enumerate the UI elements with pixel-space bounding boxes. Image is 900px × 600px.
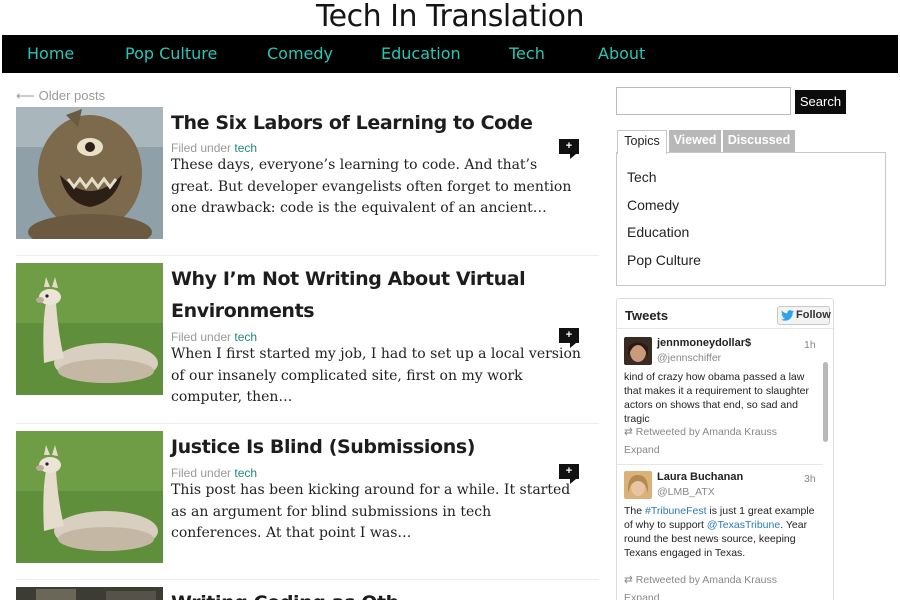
llama-image: [16, 263, 163, 395]
tweet-text-part: The: [624, 505, 646, 517]
tweet-author-name[interactable]: jennmoneydollar$: [657, 337, 751, 349]
nav-comedy[interactable]: Comedy: [267, 35, 333, 73]
nav-about[interactable]: About: [598, 35, 645, 73]
post-thumbnail[interactable]: [16, 587, 163, 600]
tweet-author-handle[interactable]: @jennschiffer: [657, 352, 721, 364]
topic-tech[interactable]: Tech: [627, 169, 657, 185]
tweets-scrollbar[interactable]: [822, 330, 830, 600]
tab-viewed[interactable]: Viewed: [669, 130, 721, 153]
search-button[interactable]: Search: [795, 90, 846, 114]
post-thumbnail-llama[interactable]: [16, 263, 163, 395]
left-arrow-icon: ⟵: [16, 88, 35, 103]
search-input[interactable]: [616, 87, 791, 115]
tweet-author-handle[interactable]: @LMB_ATX: [657, 486, 715, 498]
post-filed-under: Filed under tech: [171, 466, 257, 480]
comment-bubble-icon[interactable]: +: [559, 328, 579, 348]
retweet-label: Retweeted by Amanda Krauss: [635, 426, 777, 438]
tweet-retweet-info: ⇄ Retweeted by Amanda Krauss: [624, 426, 777, 438]
category-link-tech[interactable]: tech: [234, 466, 257, 480]
tweet-divider: [617, 464, 823, 465]
tab-topics[interactable]: Topics: [617, 130, 667, 154]
tweet-text: The #TribuneFest is just 1 great example…: [624, 504, 816, 560]
nav-pop-culture[interactable]: Pop Culture: [125, 35, 217, 73]
avatar[interactable]: [624, 471, 652, 499]
retweet-icon: ⇄: [624, 574, 633, 586]
hashtag-link[interactable]: #TribuneFest: [645, 505, 706, 517]
post-divider: [16, 579, 599, 580]
post-title[interactable]: The Six Labors of Learning to Code: [171, 107, 591, 139]
post-thumbnail-cyclops[interactable]: [16, 107, 163, 239]
post-excerpt: These days, everyone’s learning to code.…: [171, 157, 572, 216]
nav-tech[interactable]: Tech: [509, 35, 545, 73]
topic-comedy[interactable]: Comedy: [627, 197, 679, 213]
retweet-label: Retweeted by Amanda Krauss: [635, 574, 777, 586]
cyclops-image: [16, 107, 163, 239]
category-link-tech[interactable]: tech: [234, 330, 257, 344]
tweet-text: kind of crazy how obama passed a law tha…: [624, 371, 810, 425]
post-title[interactable]: Writing Coding as Oth: [171, 587, 591, 600]
tweets-scrollbar-thumb[interactable]: [823, 362, 828, 442]
post-filed-under: Filed under tech: [171, 330, 257, 344]
topic-education[interactable]: Education: [627, 224, 689, 240]
post-writing-coding: Writing Coding as Oth: [16, 587, 599, 600]
avatar[interactable]: [624, 337, 652, 365]
avatar-image: [624, 337, 652, 365]
post-title[interactable]: Justice Is Blind (Submissions): [171, 431, 591, 463]
topics-panel: Tech Comedy Education Pop Culture: [616, 152, 886, 286]
post-virtual-environments: Why I’m Not Writing About Virtual Enviro…: [16, 263, 599, 423]
retweet-icon: ⇄: [624, 426, 633, 438]
comment-bubble-icon[interactable]: +: [559, 464, 579, 484]
tweet-author-name[interactable]: Laura Buchanan: [657, 471, 743, 483]
avatar-image: [624, 471, 652, 499]
category-link-tech[interactable]: tech: [234, 141, 257, 155]
post-title[interactable]: Why I’m Not Writing About Virtual Enviro…: [171, 263, 591, 327]
tweet-retweet-info: ⇄ Retweeted by Amanda Krauss: [624, 574, 777, 586]
post-filed-under: Filed under tech: [171, 141, 257, 155]
nav-education[interactable]: Education: [381, 35, 461, 73]
main-nav: Home Pop Culture Comedy Education Tech A…: [2, 35, 898, 73]
follow-label: Follow: [796, 309, 831, 321]
twitter-bird-icon: [781, 310, 794, 321]
tweets-title: Tweets: [625, 308, 669, 323]
post-thumbnail-llama[interactable]: [16, 431, 163, 563]
tweet-item: jennmoneydollar$ @jennschiffer 1h kind o…: [624, 337, 820, 461]
tweet-expand-link[interactable]: Expand: [624, 444, 660, 456]
older-posts-link[interactable]: ⟵ Older posts: [16, 88, 105, 104]
follow-button[interactable]: Follow: [777, 306, 831, 325]
tweets-divider: [617, 328, 833, 329]
filed-under-label: Filed under: [171, 141, 232, 155]
comment-bubble-icon[interactable]: +: [559, 139, 579, 159]
post-justice-is-blind: Justice Is Blind (Submissions) Filed und…: [16, 431, 599, 571]
tweet-timestamp[interactable]: 3h: [804, 473, 816, 485]
filed-under-label: Filed under: [171, 330, 232, 344]
topic-pop-culture[interactable]: Pop Culture: [627, 252, 701, 268]
post-excerpt: This post has been kicking around for a …: [171, 482, 571, 541]
nav-home[interactable]: Home: [27, 35, 74, 73]
tab-discussed[interactable]: Discussed: [723, 130, 795, 153]
llama-image: [16, 431, 163, 563]
filed-under-label: Filed under: [171, 466, 232, 480]
post-divider: [16, 255, 599, 256]
site-title[interactable]: Tech In Translation: [0, 0, 900, 34]
post-six-labors: The Six Labors of Learning to Code Filed…: [16, 107, 599, 247]
tweet-expand-link[interactable]: Expand: [624, 592, 660, 600]
post-image: [16, 587, 163, 600]
tweet-timestamp[interactable]: 1h: [804, 339, 816, 351]
tweets-widget: Tweets Follow jennmoneydollar$ @jennschi…: [616, 298, 834, 600]
post-excerpt: When I first started my job, I had to se…: [171, 346, 581, 405]
older-posts-label: Older posts: [38, 88, 106, 103]
post-divider: [16, 423, 599, 424]
tweet-item: Laura Buchanan @LMB_ATX 3h The #TribuneF…: [624, 471, 820, 600]
mention-link[interactable]: @TexasTribune: [707, 519, 780, 531]
